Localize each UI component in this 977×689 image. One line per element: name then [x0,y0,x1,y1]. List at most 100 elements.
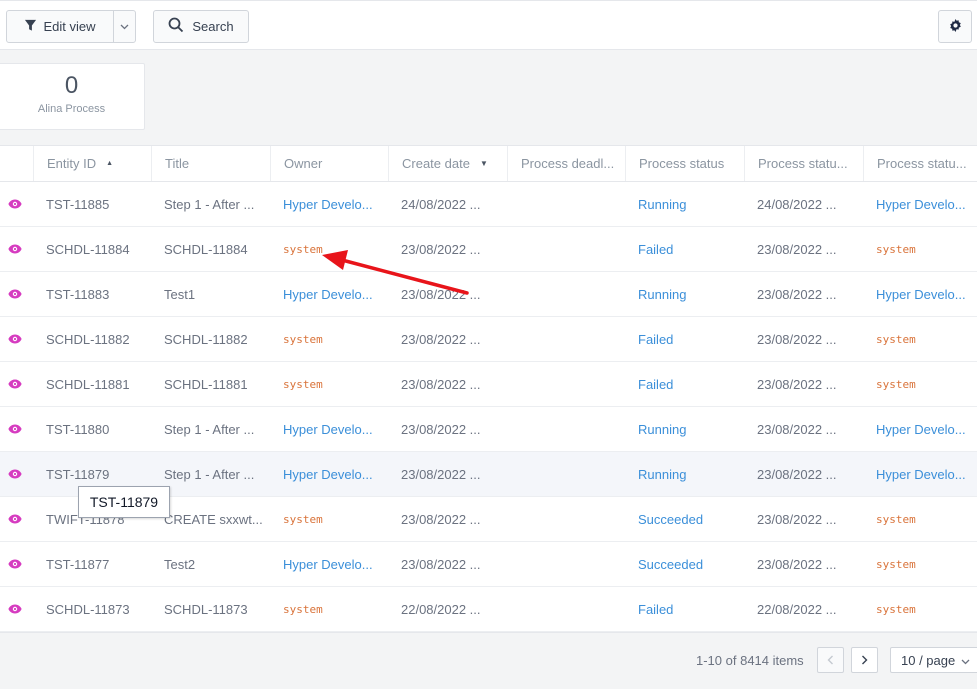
process-status-cell-text: Running [638,286,687,302]
process-status-by-cell[interactable]: Hyper Develo... [863,452,977,496]
eye-icon[interactable] [0,587,33,631]
create-date-cell: 23/08/2022 ... [388,227,507,271]
table-row[interactable]: TST-11877 Test2 Hyper Develo... 23/08/2022 … [0,542,977,587]
owner-cell[interactable]: Hyper Develo... [270,272,388,316]
table-row[interactable]: TST-11883 Test1 Hyper Develo... 23/08/2022 … [0,272,977,317]
process-status-cell[interactable]: Running [625,407,744,451]
search-button[interactable]: Search [153,10,249,43]
owner-cell[interactable]: Hyper Develo... [270,182,388,226]
search-label: Search [192,19,234,34]
owner-cell: system [270,587,388,631]
process-status-date-cell-text: 23/08/2022 ... [757,241,837,257]
edit-view-dropdown-button[interactable] [113,10,136,43]
header-owner[interactable]: Owner [270,146,388,181]
create-date-cell: 23/08/2022 ... [388,407,507,451]
sort-asc-icon: ▲ [106,160,114,167]
process-status-cell[interactable]: Running [625,452,744,496]
process-status-cell[interactable]: Failed [625,362,744,406]
prev-page-button[interactable] [817,647,844,673]
entity-id-cell: TST-11885 [33,182,151,226]
header-entity-id[interactable]: Entity ID ▲ [33,146,151,181]
table-row[interactable]: TST-11885 Step 1 - After ... Hyper Develo.… [0,182,977,227]
eye-icon[interactable] [0,452,33,496]
process-status-date-cell-text: 23/08/2022 ... [757,331,837,347]
process-status-by-cell-text: system [876,242,916,256]
header-title[interactable]: Title [151,146,270,181]
process-status-cell[interactable]: Failed [625,317,744,361]
edit-view-label: Edit view [43,19,96,34]
process-status-by-cell[interactable]: Hyper Develo... [863,272,977,316]
title-cell: Step 1 - After ... [151,182,270,226]
search-icon [168,17,184,36]
process-status-cell[interactable]: Failed [625,227,744,271]
title-cell-text: Test1 [164,286,196,302]
process-status-cell[interactable]: Succeeded [625,497,744,541]
process-status-by-cell-text: Hyper Develo... [876,196,966,212]
owner-cell[interactable]: Hyper Develo... [270,407,388,451]
owner-cell-text: Hyper Develo... [283,466,373,482]
process-status-cell[interactable]: Succeeded [625,542,744,586]
title-cell: Test2 [151,542,270,586]
owner-cell: system [270,362,388,406]
eye-icon[interactable] [0,227,33,271]
table-row[interactable]: TST-11880 Step 1 - After ... Hyper Develo.… [0,407,977,452]
eye-icon[interactable] [0,272,33,316]
eye-icon[interactable] [0,407,33,451]
process-status-cell-text: Failed [638,331,674,347]
entity-id-tooltip: TST-11879 [78,486,170,518]
process-status-cell-text: Failed [638,601,674,617]
eye-icon[interactable] [0,317,33,361]
owner-cell[interactable]: Hyper Develo... [270,542,388,586]
process-status-by-cell[interactable]: Hyper Develo... [863,182,977,226]
process-status-cell[interactable]: Running [625,272,744,316]
stat-card[interactable]: 0 Alina Process [0,63,145,130]
owner-cell-text: system [283,602,323,616]
process-status-date-cell: 24/08/2022 ... [744,182,863,226]
page-size-select[interactable]: 10 / page [890,647,977,673]
table-row[interactable]: SCHDL-11881 SCHDL-11881 system 23/08/2022 .… [0,362,977,407]
title-cell: SCHDL-11884 [151,227,270,271]
header-process-status[interactable]: Process status [625,146,744,181]
process-status-date-cell: 23/08/2022 ... [744,497,863,541]
title-cell-text: Test2 [164,556,196,572]
process-deadline-cell [507,497,625,541]
owner-cell-text: system [283,512,323,526]
entity-id-cell-text: SCHDL-11884 [46,241,130,257]
table-row[interactable]: SCHDL-11884 SCHDL-11884 system 23/08/2022 .… [0,227,977,272]
stat-label: Alina Process [37,103,106,115]
process-status-by-cell-text: system [876,377,916,391]
eye-icon[interactable] [0,542,33,586]
title-cell-text: SCHDL-11873 [164,601,248,617]
edit-view-button[interactable]: Edit view [6,10,114,43]
process-deadline-cell [507,227,625,271]
process-status-date-cell: 23/08/2022 ... [744,227,863,271]
create-date-cell-text: 23/08/2022 ... [401,556,481,572]
eye-icon[interactable] [0,497,33,541]
settings-button[interactable] [938,10,972,43]
header-create-date[interactable]: Create date ▼ [388,146,507,181]
entity-id-cell: SCHDL-11881 [33,362,151,406]
title-cell-text: Step 1 - After ... [164,421,255,437]
eye-icon[interactable] [0,182,33,226]
header-process-deadline[interactable]: Process deadl... [507,146,625,181]
header-process-status-date[interactable]: Process statu... [744,146,863,181]
eye-icon[interactable] [0,362,33,406]
owner-cell[interactable]: Hyper Develo... [270,452,388,496]
create-date-cell-text: 23/08/2022 ... [401,466,481,482]
process-status-cell[interactable]: Failed [625,587,744,631]
process-status-cell[interactable]: Running [625,182,744,226]
table-row[interactable]: SCHDL-11873 SCHDL-11873 system 22/08/2022 .… [0,587,977,632]
table-row[interactable]: SCHDL-11882 SCHDL-11882 system 23/08/2022 .… [0,317,977,362]
process-status-date-cell-text: 23/08/2022 ... [757,421,837,437]
create-date-cell-text: 23/08/2022 ... [401,241,481,257]
sort-desc-icon: ▼ [479,159,488,168]
entity-id-cell-text: TST-11879 [46,466,110,482]
next-page-button[interactable] [851,647,878,673]
title-cell-text: SCHDL-11881 [164,376,248,392]
process-status-by-cell[interactable]: Hyper Develo... [863,407,977,451]
entity-id-cell: SCHDL-11882 [33,317,151,361]
create-date-cell: 23/08/2022 ... [388,272,507,316]
header-process-status-by[interactable]: Process statu... [863,146,977,181]
process-status-by-cell: system [863,362,977,406]
create-date-cell-text: 23/08/2022 ... [401,331,481,347]
